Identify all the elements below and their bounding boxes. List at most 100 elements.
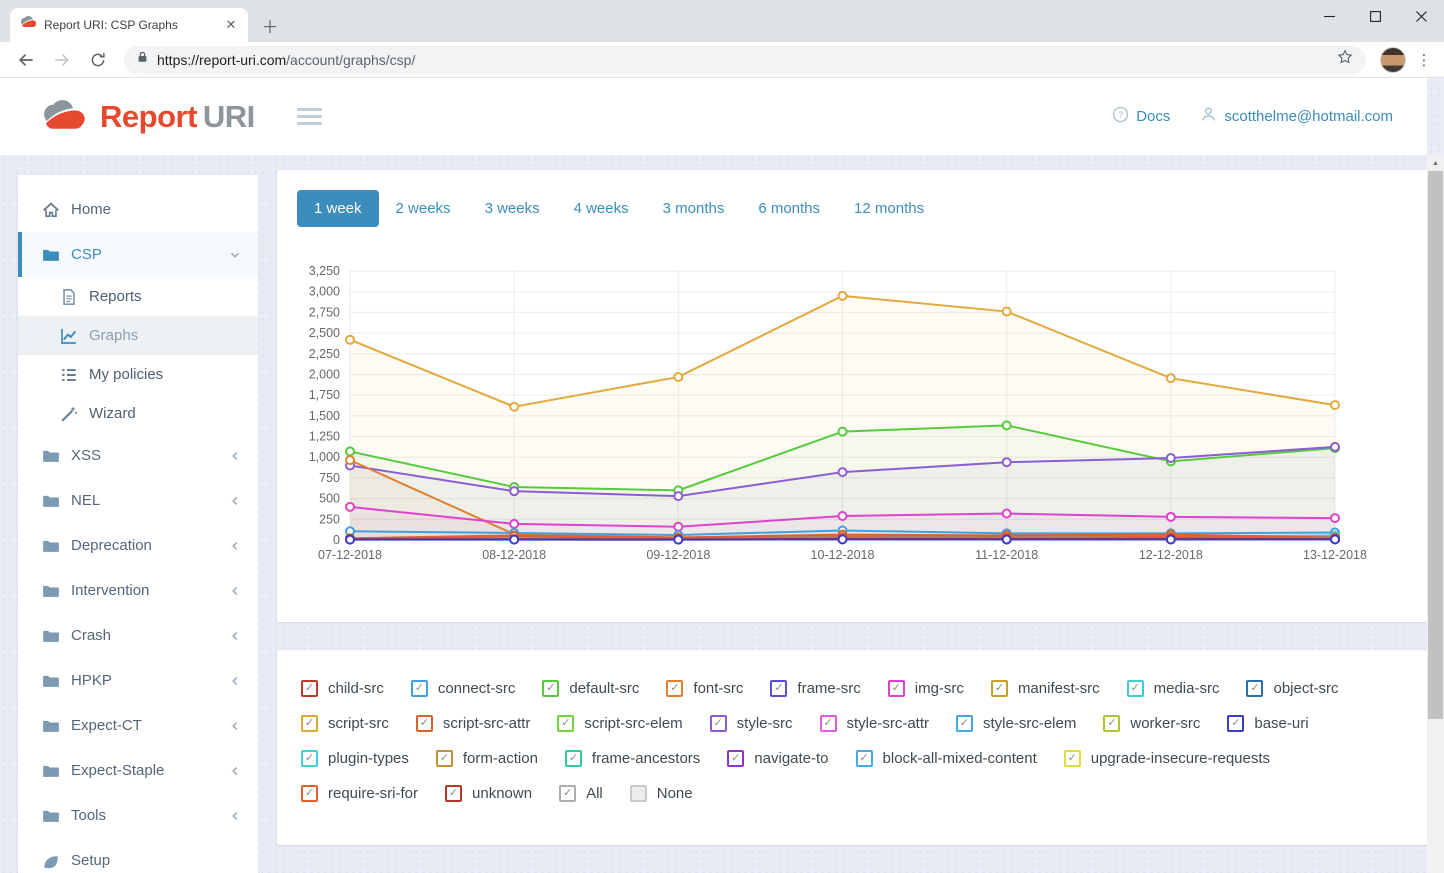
checkbox-script-src[interactable]: ✓	[301, 715, 318, 732]
checkbox-none[interactable]	[630, 785, 647, 802]
window-close-button[interactable]	[1398, 0, 1444, 33]
sidebar-item-intervention[interactable]: Intervention	[18, 568, 258, 613]
legend-item-style-src-elem[interactable]: ✓style-src-elem	[956, 715, 1076, 732]
checkbox-require-sri-for[interactable]: ✓	[301, 785, 318, 802]
checkbox-form-action[interactable]: ✓	[436, 750, 453, 767]
svg-text:09-12-2018: 09-12-2018	[646, 548, 710, 562]
legend-item-base-uri[interactable]: ✓base-uri	[1227, 715, 1308, 732]
sidebar-item-deprecation[interactable]: Deprecation	[18, 523, 258, 568]
legend-item-object-src[interactable]: ✓object-src	[1246, 680, 1338, 697]
sidebar-item-tools[interactable]: Tools	[18, 793, 258, 838]
checkbox-style-src-elem[interactable]: ✓	[956, 715, 973, 732]
legend-item-frame-ancestors[interactable]: ✓frame-ancestors	[565, 750, 700, 767]
docs-link[interactable]: ? Docs	[1112, 106, 1170, 127]
checkbox-block-all-mixed-content[interactable]: ✓	[856, 750, 873, 767]
legend-item-frame-src[interactable]: ✓frame-src	[770, 680, 860, 697]
legend-item-navigate-to[interactable]: ✓navigate-to	[727, 750, 828, 767]
tab-4-weeks[interactable]: 4 weeks	[557, 190, 646, 227]
checkbox-default-src[interactable]: ✓	[542, 680, 559, 697]
sidebar-item-hpkp[interactable]: HPKP	[18, 658, 258, 703]
window-minimize-button[interactable]	[1306, 0, 1352, 33]
checkbox-base-uri[interactable]: ✓	[1227, 715, 1244, 732]
legend-item-worker-src[interactable]: ✓worker-src	[1103, 715, 1200, 732]
legend-item-all[interactable]: ✓All	[559, 785, 603, 802]
legend-item-connect-src[interactable]: ✓connect-src	[411, 680, 516, 697]
legend-item-script-src[interactable]: ✓script-src	[301, 715, 389, 732]
legend-item-manifest-src[interactable]: ✓manifest-src	[991, 680, 1100, 697]
checkbox-navigate-to[interactable]: ✓	[727, 750, 744, 767]
checkbox-worker-src[interactable]: ✓	[1103, 715, 1120, 732]
tab-1-week[interactable]: 1 week	[297, 190, 379, 227]
sidebar-item-setup[interactable]: Setup	[18, 838, 258, 873]
legend-item-block-all-mixed-content[interactable]: ✓block-all-mixed-content	[856, 750, 1037, 767]
favicon-reporturi-icon	[20, 15, 36, 36]
hamburger-menu-icon[interactable]	[297, 108, 322, 125]
tab-3-weeks[interactable]: 3 weeks	[468, 190, 557, 227]
checkbox-unknown[interactable]: ✓	[445, 785, 462, 802]
svg-text:10-12-2018: 10-12-2018	[811, 548, 875, 562]
legend-item-none[interactable]: None	[630, 785, 693, 802]
legend-item-script-src-attr[interactable]: ✓script-src-attr	[416, 715, 531, 732]
legend-item-style-src-attr[interactable]: ✓style-src-attr	[820, 715, 930, 732]
checkbox-style-src[interactable]: ✓	[710, 715, 727, 732]
checkbox-manifest-src[interactable]: ✓	[991, 680, 1008, 697]
legend-item-font-src[interactable]: ✓font-src	[666, 680, 743, 697]
checkbox-style-src-attr[interactable]: ✓	[820, 715, 837, 732]
sidebar-item-graphs[interactable]: Graphs	[18, 316, 258, 355]
browser-menu-icon[interactable]: ⋮	[1412, 48, 1436, 72]
sidebar-item-my-policies[interactable]: My policies	[18, 355, 258, 394]
legend-item-plugin-types[interactable]: ✓plugin-types	[301, 750, 409, 767]
sidebar-item-xss[interactable]: XSS	[18, 433, 258, 478]
checkbox-frame-ancestors[interactable]: ✓	[565, 750, 582, 767]
checkbox-object-src[interactable]: ✓	[1246, 680, 1263, 697]
tab-12-months[interactable]: 12 months	[837, 190, 941, 227]
sidebar-item-expect-staple[interactable]: Expect-Staple	[18, 748, 258, 793]
checkbox-script-src-elem[interactable]: ✓	[557, 715, 574, 732]
sidebar-item-expect-ct[interactable]: Expect-CT	[18, 703, 258, 748]
refresh-icon[interactable]	[84, 46, 112, 74]
tab-6-months[interactable]: 6 months	[741, 190, 837, 227]
window-maximize-button[interactable]	[1352, 0, 1398, 33]
new-tab-button[interactable]: ＋	[258, 13, 282, 37]
checkbox-connect-src[interactable]: ✓	[411, 680, 428, 697]
legend-item-require-sri-for[interactable]: ✓require-sri-for	[301, 785, 418, 802]
reporturi-logo[interactable]: Report URI	[40, 99, 255, 135]
checkbox-script-src-attr[interactable]: ✓	[416, 715, 433, 732]
checkbox-img-src[interactable]: ✓	[888, 680, 905, 697]
legend-item-script-src-elem[interactable]: ✓script-src-elem	[557, 715, 682, 732]
sidebar-item-reports[interactable]: Reports	[18, 277, 258, 316]
sidebar-item-crash[interactable]: Crash	[18, 613, 258, 658]
page-scrollbar[interactable]: ▲ ▼	[1427, 156, 1444, 873]
checkbox-child-src[interactable]: ✓	[301, 680, 318, 697]
bookmark-star-icon[interactable]	[1336, 48, 1354, 71]
checkbox-font-src[interactable]: ✓	[666, 680, 683, 697]
tab-3-months[interactable]: 3 months	[646, 190, 742, 227]
checkbox-frame-src[interactable]: ✓	[770, 680, 787, 697]
legend-item-child-src[interactable]: ✓child-src	[301, 680, 384, 697]
tab-2-weeks[interactable]: 2 weeks	[379, 190, 468, 227]
checkbox-plugin-types[interactable]: ✓	[301, 750, 318, 767]
sidebar-item-csp[interactable]: CSP	[18, 232, 258, 277]
legend-item-style-src[interactable]: ✓style-src	[710, 715, 793, 732]
sidebar-item-home[interactable]: Home	[18, 187, 258, 232]
browser-tab[interactable]: Report URI: CSP Graphs ✕	[10, 8, 248, 42]
tab-close-icon[interactable]: ✕	[222, 16, 240, 34]
forward-icon[interactable]	[48, 46, 76, 74]
scrollbar-thumb[interactable]	[1428, 171, 1443, 719]
legend-item-img-src[interactable]: ✓img-src	[888, 680, 964, 697]
legend-item-default-src[interactable]: ✓default-src	[542, 680, 639, 697]
legend-item-media-src[interactable]: ✓media-src	[1127, 680, 1220, 697]
back-icon[interactable]	[12, 46, 40, 74]
legend-item-upgrade-insecure-requests[interactable]: ✓upgrade-insecure-requests	[1064, 750, 1270, 767]
browser-profile-avatar[interactable]	[1380, 47, 1406, 73]
user-account-link[interactable]: scotthelme@hotmail.com	[1200, 106, 1393, 127]
checkbox-upgrade-insecure-requests[interactable]: ✓	[1064, 750, 1081, 767]
legend-item-unknown[interactable]: ✓unknown	[445, 785, 532, 802]
legend-item-form-action[interactable]: ✓form-action	[436, 750, 538, 767]
sidebar-item-nel[interactable]: NEL	[18, 478, 258, 523]
scrollbar-up-icon[interactable]: ▲	[1427, 156, 1444, 171]
address-bar[interactable]: https://report-uri.com/account/graphs/cs…	[124, 46, 1366, 74]
checkbox-media-src[interactable]: ✓	[1127, 680, 1144, 697]
sidebar-item-wizard[interactable]: Wizard	[18, 394, 258, 433]
checkbox-all[interactable]: ✓	[559, 785, 576, 802]
